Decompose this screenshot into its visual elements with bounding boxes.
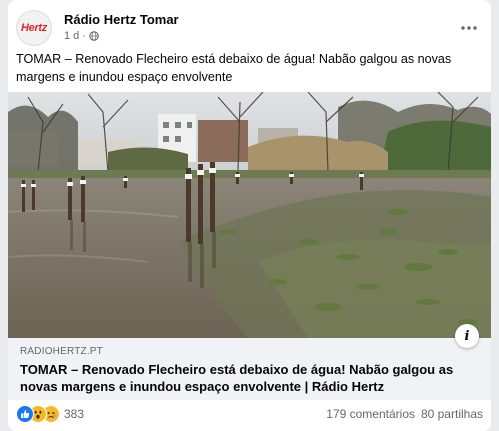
post-meta: 1 d ·: [64, 30, 99, 42]
reaction-icons[interactable]: [16, 404, 60, 424]
meta-separator: ·: [82, 30, 86, 42]
reaction-count[interactable]: 383: [64, 407, 84, 421]
post-text: TOMAR – Renovado Flecheiro está debaixo …: [16, 52, 452, 84]
link-preview[interactable]: i RADIOHERTZ.PT TOMAR – Renovado Flechei…: [8, 324, 491, 400]
link-title[interactable]: TOMAR – Renovado Flecheiro está debaixo …: [20, 361, 476, 395]
post-card: Hertz Rádio Hertz Tomar 1 d · TOMAR – Re…: [8, 0, 491, 431]
info-icon[interactable]: i: [455, 324, 479, 348]
page-avatar[interactable]: Hertz: [16, 10, 52, 46]
globe-icon: [89, 31, 99, 41]
link-domain: RADIOHERTZ.PT: [20, 346, 103, 357]
post-time[interactable]: 1 d: [64, 30, 79, 42]
reactions-bar: 383 179 comentários 80 partilhas: [16, 404, 483, 424]
post-photo[interactable]: [8, 92, 491, 338]
avatar-logo-text: Hertz: [20, 22, 47, 34]
like-reaction-icon: [16, 405, 34, 423]
more-options-icon[interactable]: [455, 14, 483, 42]
page-name-link[interactable]: Rádio Hertz Tomar: [64, 12, 179, 27]
comments-count[interactable]: 179 comentários: [326, 407, 415, 421]
shares-count[interactable]: 80 partilhas: [421, 407, 483, 421]
post-header: Hertz Rádio Hertz Tomar 1 d ·: [16, 10, 483, 46]
